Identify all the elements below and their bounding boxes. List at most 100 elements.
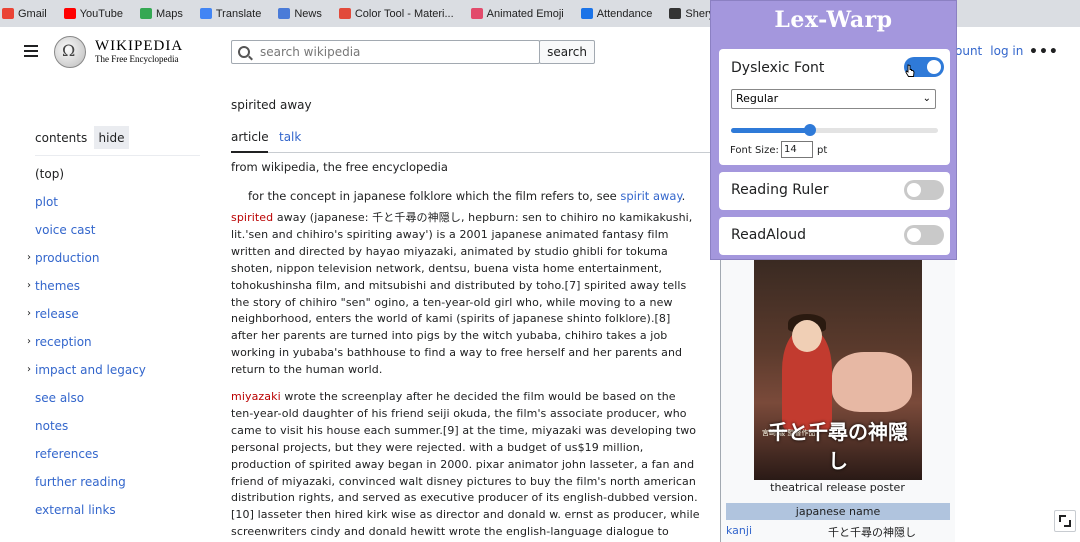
readaloud-card: ReadAloud: [719, 217, 950, 255]
youtube-icon: [63, 8, 76, 19]
site-sub: from wikipedia, the free encyclopedia: [231, 160, 448, 174]
bookmark-translate[interactable]: Translate: [199, 8, 261, 20]
tab-talk[interactable]: talk: [279, 130, 301, 144]
article-paragraph-2: miyazaki wrote the screenplay after he d…: [231, 389, 711, 541]
toc-item[interactable]: production: [35, 251, 99, 265]
contents-heading: contents: [35, 131, 88, 145]
search-input[interactable]: search wikipedia: [231, 40, 540, 64]
create-account-link[interactable]: ount: [955, 44, 982, 58]
lex-warp-popup: Lex-Warp Dyslexic Font Regular ⌄ Font Si…: [710, 0, 957, 260]
bookmark-color-tool[interactable]: Color Tool - Materi...: [338, 8, 454, 20]
hide-contents-button[interactable]: hide: [94, 126, 129, 149]
paragraph-line: ten-year-old daughter of his friend seij…: [231, 406, 687, 420]
tabs-divider: [231, 152, 710, 153]
kanji-label-link[interactable]: kanji: [726, 524, 752, 537]
fullscreen-icon[interactable]: [1054, 510, 1076, 532]
chevron-right-icon[interactable]: ›: [27, 308, 31, 319]
paragraph-line: lit.'sen and chihiro's spiriting away') …: [231, 227, 669, 241]
bookmark-animated-emoji[interactable]: Animated Emoji: [470, 8, 564, 20]
reading-ruler-label: Reading Ruler: [731, 182, 829, 198]
japanese-name-header: japanese name: [726, 503, 950, 520]
dyslexic-font-label: Dyslexic Font: [731, 60, 825, 76]
toc-item[interactable]: reception: [35, 335, 92, 349]
chevron-down-icon: ⌄: [922, 93, 931, 104]
chevron-right-icon[interactable]: ›: [27, 364, 31, 375]
toc-item[interactable]: further reading: [35, 475, 126, 489]
maps-icon: [139, 8, 152, 19]
toc-item[interactable]: plot: [35, 195, 58, 209]
paragraph-line: [10] lasseter then hired kirk wise as di…: [231, 508, 700, 522]
toc-item[interactable]: impact and legacy: [35, 363, 146, 377]
toc-item[interactable]: see also: [35, 391, 84, 405]
chevron-right-icon[interactable]: ›: [27, 280, 31, 291]
paragraph-line: personal projects, but they were rejecte…: [231, 440, 644, 454]
readaloud-toggle[interactable]: [904, 225, 944, 245]
kanji-value: 千と千尋の神隠し: [828, 526, 916, 539]
p2-link-link[interactable]: miyazaki: [231, 390, 281, 403]
tab-article[interactable]: article: [231, 130, 269, 144]
wikipedia-wordmark[interactable]: WIKIPEDIA: [95, 38, 183, 55]
toc-item[interactable]: themes: [35, 279, 80, 293]
font-size-unit: pt: [817, 145, 828, 156]
toc-item[interactable]: references: [35, 447, 99, 461]
sheryians-icon: [669, 8, 682, 19]
font-style-select[interactable]: Regular ⌄: [731, 89, 936, 109]
gmail-icon: [2, 8, 14, 19]
translate-icon: [199, 8, 212, 19]
pig-figure: [832, 352, 912, 412]
login-link[interactable]: log in: [990, 44, 1023, 58]
wikipedia-tagline: The Free Encyclopedia: [95, 54, 179, 64]
bookmark-gmail[interactable]: Gmail: [2, 8, 47, 20]
paragraph-line: the story of chihiro "sen" ogino, a ten-…: [231, 295, 673, 309]
slider-handle[interactable]: [803, 124, 816, 136]
paragraph-line: friend of miyazaki, convinced walt disne…: [231, 474, 696, 488]
bookmark-news[interactable]: News: [278, 8, 322, 20]
font-size-input[interactable]: 14: [781, 141, 813, 158]
search-button[interactable]: search: [539, 40, 595, 64]
cloud-icon: [580, 8, 593, 19]
toc-item[interactable]: (top): [35, 167, 64, 181]
toc-item[interactable]: release: [35, 307, 79, 321]
spirit-away-link[interactable]: spirit away: [620, 189, 681, 203]
toc-item[interactable]: voice cast: [35, 223, 95, 237]
toc-item[interactable]: external links: [35, 503, 116, 517]
search-placeholder: search wikipedia: [260, 45, 361, 59]
poster-caption: theatrical release poster: [770, 481, 905, 494]
bookmark-attendance[interactable]: Attendance: [580, 8, 652, 20]
font-size-slider[interactable]: [731, 124, 938, 136]
paragraph-line: tohokushinsha film, and mitsubishi and d…: [231, 278, 687, 292]
reading-ruler-toggle[interactable]: [904, 180, 944, 200]
paragraph-line: distribution rights, and served as execu…: [231, 491, 698, 505]
more-options-icon[interactable]: •••: [1029, 44, 1059, 60]
paragraph-line: written and directed by hayao miyazaki, …: [231, 244, 668, 258]
article-paragraph-1: spirited away (japanese: 千と千尋の神隠し, hepbu…: [231, 210, 711, 379]
paragraph-line: came to visit his house each summer.[9] …: [231, 423, 697, 437]
wikipedia-globe-icon[interactable]: [54, 36, 86, 68]
dyslexic-font-card: Dyslexic Font Regular ⌄ Font Size: 14 pt: [719, 49, 950, 165]
font-size-label: Font Size:: [730, 145, 779, 156]
paragraph-line: production of spirited away began in 200…: [231, 457, 695, 471]
active-tab-indicator: [231, 151, 268, 153]
chevron-right-icon[interactable]: ›: [27, 252, 31, 263]
paragraph-line: miyazaki wrote the screenplay after he d…: [231, 390, 676, 403]
hatnote: for the concept in japanese folklore whi…: [248, 189, 686, 203]
toc-item[interactable]: notes: [35, 419, 68, 433]
paragraph-line: shoten, nippon television network, dents…: [231, 261, 663, 275]
readaloud-label: ReadAloud: [731, 227, 806, 243]
bookmark-maps[interactable]: Maps: [139, 8, 183, 20]
paragraph-line: spirited away (japanese: 千と千尋の神隠し, hepbu…: [231, 211, 693, 224]
paragraph-line: after her parents are turned into pigs b…: [231, 329, 668, 343]
chevron-right-icon[interactable]: ›: [27, 336, 31, 347]
color-tool-icon: [338, 8, 351, 19]
account-links: ount log in: [955, 44, 1023, 58]
paragraph-line: screenwriters cindy and donald hewitt wr…: [231, 525, 669, 539]
movie-poster[interactable]: 宮崎 駿 監督作品 千と千尋の神隠し: [754, 260, 922, 480]
poster-title: 千と千尋の神隠し: [768, 420, 908, 473]
paragraph-line: return to the human world.: [231, 363, 383, 377]
heart-icon: [470, 8, 483, 19]
main-menu-icon[interactable]: [24, 45, 38, 60]
news-icon: [278, 8, 291, 19]
bookmark-youtube[interactable]: YouTube: [63, 8, 123, 20]
reading-ruler-card: Reading Ruler: [719, 172, 950, 210]
p1-link-link[interactable]: spirited: [231, 211, 273, 224]
